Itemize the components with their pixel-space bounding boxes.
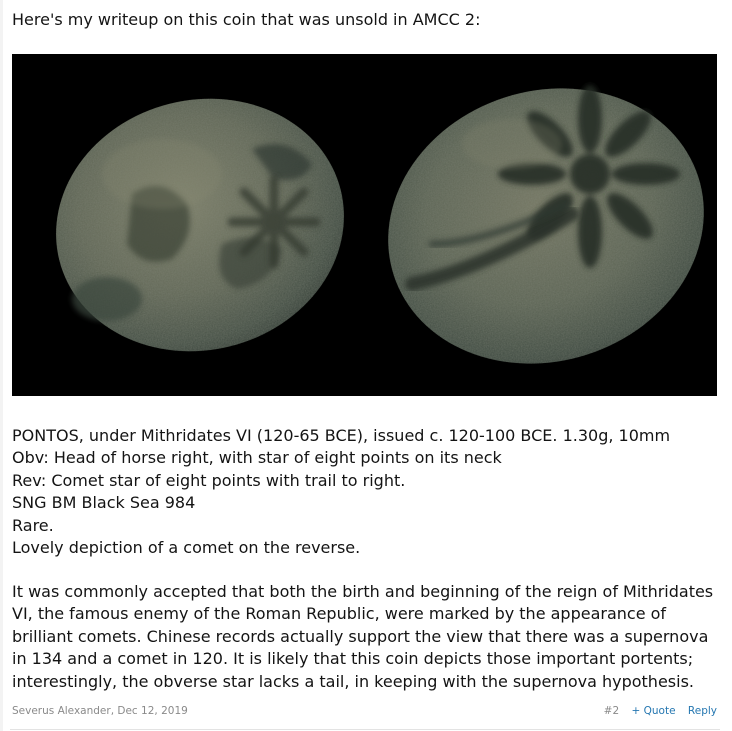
spec-line-obverse: Obv: Head of horse right, with star of e… [12, 448, 502, 468]
quote-button[interactable]: + Quote [632, 705, 676, 717]
post-body-paragraph: It was commonly accepted that both the b… [12, 582, 714, 691]
post-meta: Severus Alexander, Dec 12, 2019 [12, 705, 188, 717]
post-date-link[interactable]: Dec 12, 2019 [117, 705, 187, 717]
post-author-link[interactable]: Severus Alexander [12, 705, 111, 717]
coin-specification: PONTOS, under Mithridates VI (120-65 BCE… [12, 425, 722, 559]
coin-photo[interactable] [12, 54, 717, 396]
spec-line-reference: SNG BM Black Sea 984 [12, 493, 196, 513]
reverse-coin [388, 85, 704, 364]
post-number-link[interactable]: #2 [604, 705, 619, 717]
spec-line-comment: Lovely depiction of a comet on the rever… [12, 538, 361, 558]
spec-line-reverse: Rev: Comet star of eight points with tra… [12, 470, 406, 490]
post-divider [10, 729, 720, 730]
reply-button[interactable]: Reply [688, 705, 717, 717]
post-actions: #2 + Quote Reply [595, 705, 717, 717]
obverse-coin [56, 98, 344, 352]
spec-line-title: PONTOS, under Mithridates VI (120-65 BCE… [12, 426, 671, 445]
spec-line-rarity: Rare. [12, 515, 54, 535]
post-intro-text: Here's my writeup on this coin that was … [12, 10, 481, 29]
page-edge-strip [0, 0, 3, 731]
coin-photo-image [56, 85, 704, 364]
